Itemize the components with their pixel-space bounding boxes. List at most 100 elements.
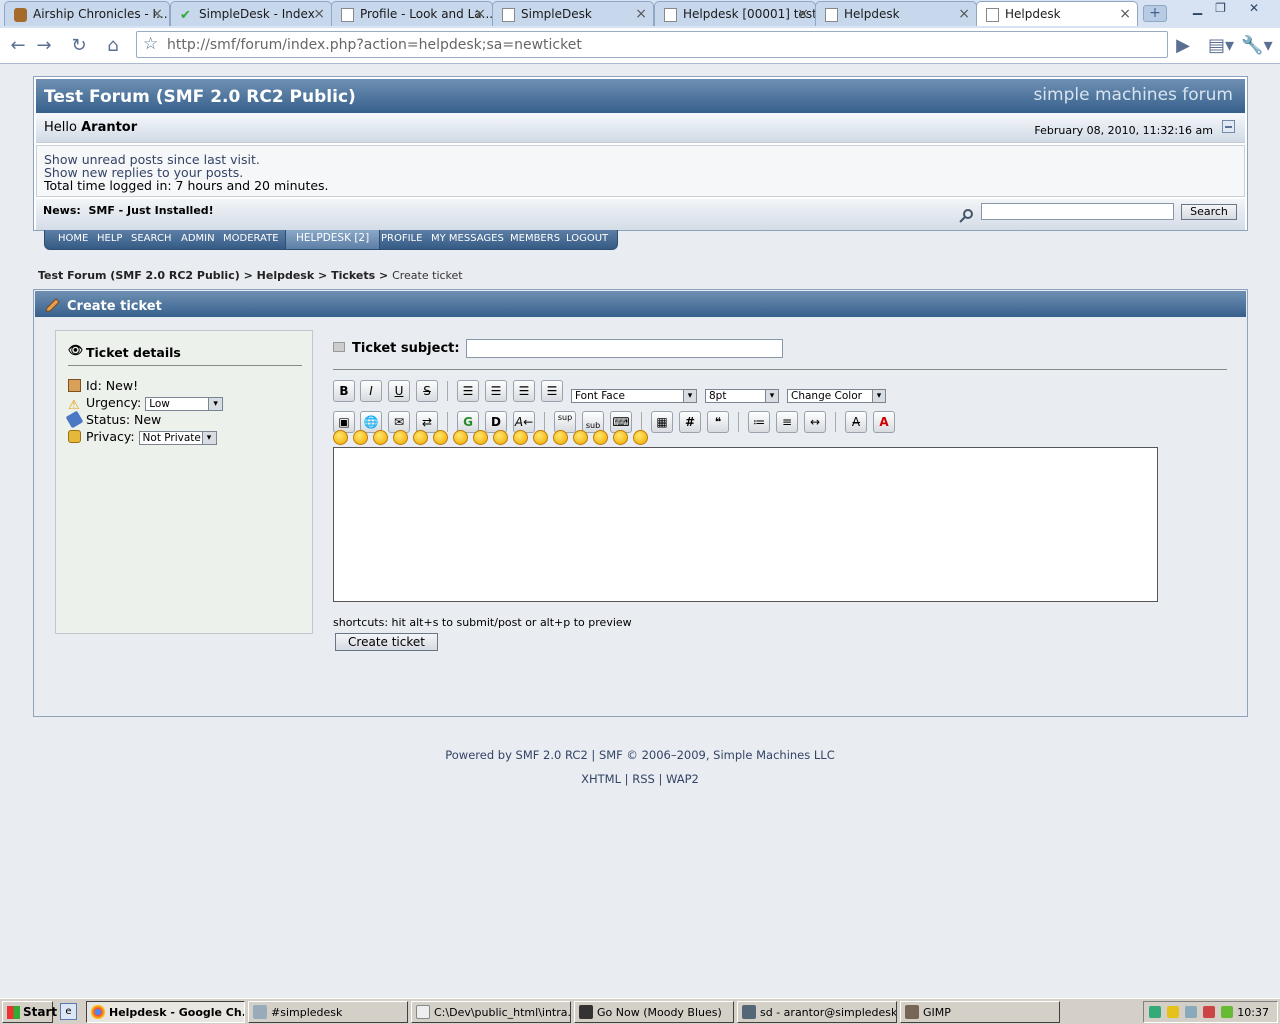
cry-icon[interactable]: [633, 430, 648, 445]
task-terminal[interactable]: sd - arantor@simpledesk...: [737, 1001, 897, 1023]
menu-profile[interactable]: PROFILE: [381, 233, 422, 244]
code-icon[interactable]: #: [679, 411, 701, 433]
subject-input[interactable]: [466, 339, 783, 358]
wrench-menu-icon[interactable]: 🔧▾: [1240, 33, 1274, 59]
menu-members[interactable]: MEMBERS: [510, 233, 560, 244]
sad-icon[interactable]: [433, 430, 448, 445]
embarrassed-icon[interactable]: [553, 430, 568, 445]
grin-icon[interactable]: [393, 430, 408, 445]
tab-helpdesk[interactable]: Helpdesk ×: [815, 1, 977, 26]
menu-my-messages[interactable]: MY MESSAGES: [431, 233, 504, 244]
pre-icon[interactable]: ☰: [457, 380, 479, 402]
align-center-icon[interactable]: ☰: [513, 380, 535, 402]
close-icon[interactable]: ×: [958, 6, 970, 22]
create-ticket-button[interactable]: Create ticket: [335, 633, 438, 651]
font-face-select[interactable]: Font Face: [571, 389, 697, 403]
bullet-list-icon[interactable]: ≔: [748, 411, 770, 433]
close-icon[interactable]: ×: [797, 6, 809, 22]
tab-profile[interactable]: Profile - Look and La... ×: [331, 1, 493, 26]
forward-icon[interactable]: →: [31, 33, 57, 59]
task-gimp[interactable]: GIMP: [900, 1001, 1060, 1023]
cheesy-icon[interactable]: [373, 430, 388, 445]
tongue-icon[interactable]: [533, 430, 548, 445]
menu-search[interactable]: SEARCH: [131, 233, 171, 244]
tab-airship[interactable]: Airship Chronicles - I... ×: [4, 1, 170, 26]
urgency-select[interactable]: Low: [145, 396, 224, 411]
footer-powered[interactable]: Powered by SMF 2.0 RC2 | SMF © 2006–2009…: [0, 748, 1280, 762]
wap2-link[interactable]: WAP2: [666, 772, 699, 786]
rss-link[interactable]: RSS: [632, 772, 655, 786]
angry-icon[interactable]: [413, 430, 428, 445]
tab-helpdesk-active[interactable]: Helpdesk ×: [976, 1, 1138, 26]
align-left-icon[interactable]: ☰: [485, 380, 507, 402]
go-icon[interactable]: ▶: [1170, 33, 1196, 59]
move-icon[interactable]: A←: [513, 411, 535, 433]
menu-helpdesk[interactable]: HELPDESK [2]: [285, 230, 381, 249]
new-tab-button[interactable]: +: [1143, 5, 1167, 22]
close-icon[interactable]: ×: [474, 6, 486, 22]
menu-moderate[interactable]: MODERATE: [223, 233, 279, 244]
strike-button[interactable]: S: [416, 380, 438, 402]
close-window-button[interactable]: ✕: [1234, 1, 1274, 17]
task-editor[interactable]: C:\Dev\public_html\intra...: [411, 1001, 571, 1023]
collapse-icon[interactable]: [1222, 120, 1235, 133]
menu-help[interactable]: HELP: [97, 233, 122, 244]
horizontal-rule-icon[interactable]: ↔: [804, 411, 826, 433]
privacy-select[interactable]: Not Private: [138, 430, 217, 445]
shocked-icon[interactable]: [453, 430, 468, 445]
breadcrumb-forum[interactable]: Test Forum (SMF 2.0 RC2 Public): [38, 269, 240, 282]
back-icon[interactable]: ←: [5, 33, 31, 59]
menu-logout[interactable]: LOGOUT: [566, 233, 608, 244]
breadcrumb-helpdesk[interactable]: Helpdesk: [257, 269, 315, 282]
rolleyes-icon[interactable]: [513, 430, 528, 445]
network-icon[interactable]: [1149, 1006, 1161, 1018]
smiley-icon[interactable]: [333, 430, 348, 445]
volume-icon[interactable]: [1185, 1006, 1197, 1018]
tab-helpdesk-00001[interactable]: Helpdesk [00001] test ×: [654, 1, 816, 26]
quote-icon[interactable]: ❝: [707, 411, 729, 433]
breadcrumb-tickets[interactable]: Tickets: [331, 269, 375, 282]
restore-button[interactable]: ❐: [1209, 1, 1232, 17]
wink-icon[interactable]: [353, 430, 368, 445]
nvidia-icon[interactable]: [1221, 1006, 1233, 1018]
menu-home[interactable]: HOME: [58, 233, 88, 244]
font-color-icon[interactable]: A: [873, 411, 895, 433]
shadow-icon[interactable]: D: [485, 411, 507, 433]
align-right-icon[interactable]: ☰: [541, 380, 563, 402]
undecided-icon[interactable]: [593, 430, 608, 445]
minimize-button[interactable]: ▁: [1186, 1, 1209, 17]
star-icon[interactable]: ☆: [143, 34, 158, 54]
search-input[interactable]: [981, 203, 1174, 220]
tab-simpledesk-index[interactable]: ✔ SimpleDesk - Index ×: [170, 1, 332, 26]
alert-icon[interactable]: [1203, 1006, 1215, 1018]
search-button[interactable]: Search: [1181, 204, 1237, 220]
close-icon[interactable]: ×: [151, 6, 163, 22]
menu-admin[interactable]: ADMIN: [181, 233, 215, 244]
message-textarea[interactable]: [333, 447, 1158, 602]
task-irc[interactable]: #simpledesk: [248, 1001, 408, 1023]
home-icon[interactable]: ⌂: [100, 33, 126, 59]
remove-format-icon[interactable]: A̶: [845, 411, 867, 433]
cool-icon[interactable]: [473, 430, 488, 445]
tab-simpledesk[interactable]: SimpleDesk ×: [492, 1, 654, 26]
huh-icon[interactable]: [493, 430, 508, 445]
security-icon[interactable]: [1167, 1006, 1179, 1018]
underline-button[interactable]: U: [388, 380, 410, 402]
font-size-select[interactable]: 8pt: [705, 389, 779, 403]
italic-button[interactable]: I: [360, 380, 382, 402]
address-bar[interactable]: ☆ http://smf/forum/index.php?action=help…: [136, 31, 1168, 58]
color-select[interactable]: Change Color: [787, 389, 886, 403]
numbered-list-icon[interactable]: ≡: [776, 411, 798, 433]
quicklaunch-icon[interactable]: e: [60, 1003, 77, 1020]
start-button[interactable]: Start: [2, 1001, 57, 1023]
task-chrome[interactable]: Helpdesk - Google Ch...: [86, 1001, 245, 1023]
task-player[interactable]: Go Now (Moody Blues): [574, 1001, 734, 1023]
close-icon[interactable]: ×: [1119, 6, 1131, 22]
forum-title[interactable]: Test Forum (SMF 2.0 RC2 Public): [44, 87, 356, 107]
close-icon[interactable]: ×: [635, 6, 647, 22]
lipsrsealed-icon[interactable]: [573, 430, 588, 445]
reload-icon[interactable]: ↻: [66, 33, 92, 59]
image-icon[interactable]: ▣: [333, 411, 355, 433]
bold-button[interactable]: B: [333, 380, 355, 402]
table-icon[interactable]: ▦: [651, 411, 673, 433]
